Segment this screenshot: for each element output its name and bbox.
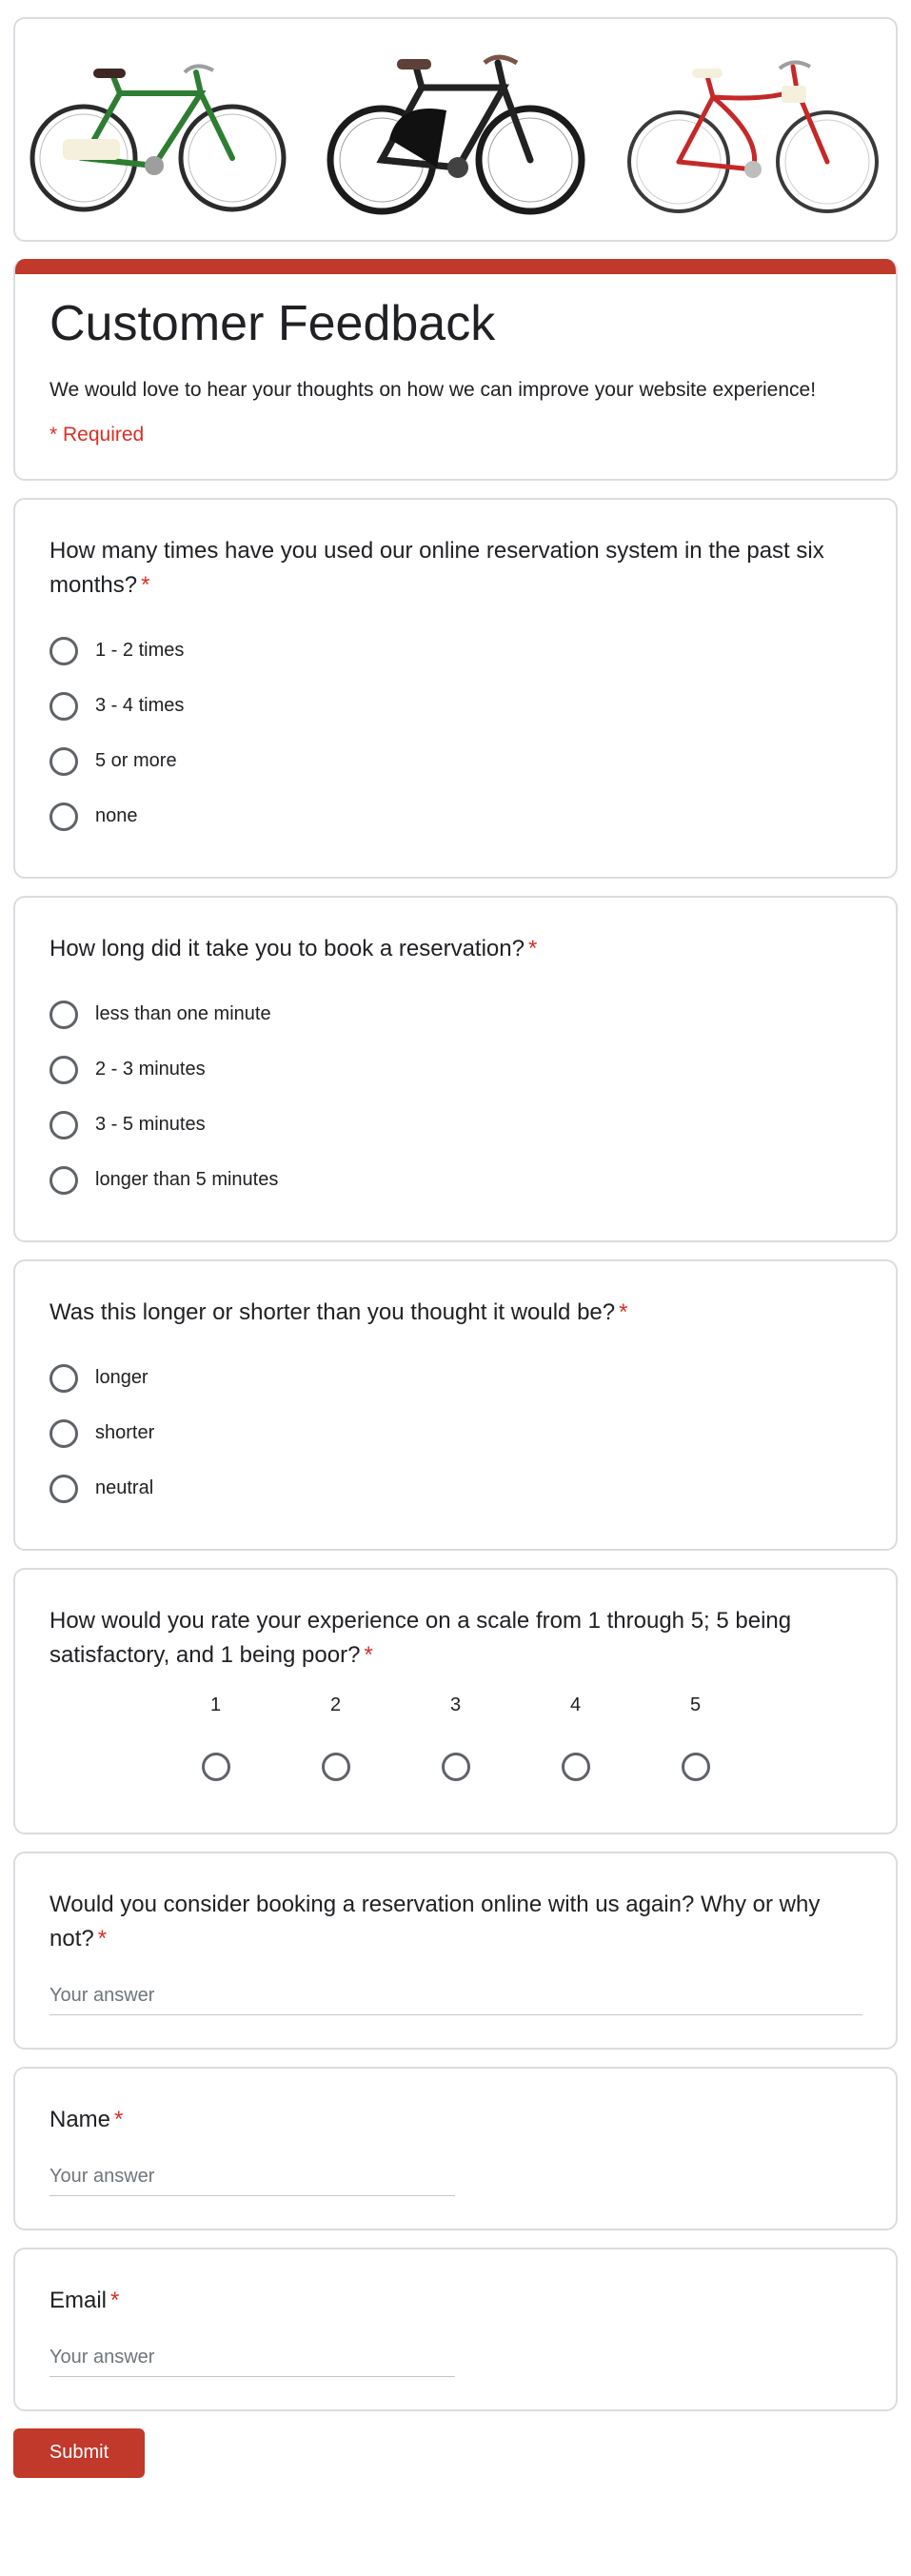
bicycle-red-icon bbox=[627, 60, 879, 213]
option-2-3-minutes[interactable]: 2 - 3 minutes bbox=[50, 1042, 861, 1098]
question-title: How many times have you used our online … bbox=[50, 537, 824, 598]
radio-button[interactable] bbox=[50, 1165, 78, 1195]
radio-button[interactable] bbox=[201, 1752, 230, 1781]
radio-button[interactable] bbox=[441, 1752, 470, 1781]
required-star: * bbox=[364, 1641, 373, 1668]
radio-button[interactable] bbox=[50, 1363, 78, 1393]
submit-button[interactable]: Submit bbox=[13, 2427, 145, 2478]
option-5-or-more[interactable]: 5 or more bbox=[50, 734, 861, 789]
question-title: How long did it take you to book a reser… bbox=[50, 935, 538, 961]
question-expectation: Was this longer or shorter than you thou… bbox=[13, 1258, 898, 1551]
option-shorter[interactable]: shorter bbox=[50, 1406, 861, 1461]
option-longer-than-5-minutes[interactable]: longer than 5 minutes bbox=[50, 1153, 861, 1208]
question-usage-frequency: How many times have you used our online … bbox=[13, 497, 898, 879]
option-label: longer bbox=[95, 1367, 149, 1389]
required-star: * bbox=[141, 571, 150, 598]
radio-button[interactable] bbox=[50, 802, 78, 831]
required-note: * Required bbox=[50, 423, 145, 446]
question-email: Email * bbox=[13, 2247, 898, 2411]
scale-label: 4 bbox=[569, 1694, 582, 1715]
question-rating-scale: How would you rate your experience on a … bbox=[13, 1567, 898, 1834]
option-none[interactable]: none bbox=[50, 789, 861, 844]
option-3-5-minutes[interactable]: 3 - 5 minutes bbox=[50, 1098, 861, 1153]
option-label: 2 - 3 minutes bbox=[95, 1059, 206, 1080]
option-longer[interactable]: longer bbox=[50, 1351, 861, 1406]
scale-option-4[interactable]: 4 bbox=[516, 1694, 636, 1781]
accent-bar bbox=[15, 259, 896, 274]
required-star: * bbox=[97, 1925, 108, 1952]
scale-option-1[interactable]: 1 bbox=[156, 1694, 276, 1781]
option-label: shorter bbox=[95, 1422, 155, 1444]
scale-label: 3 bbox=[449, 1694, 462, 1715]
header-banner bbox=[13, 17, 898, 242]
option-1-2-times[interactable]: 1 - 2 times bbox=[50, 624, 861, 679]
option-3-4-times[interactable]: 3 - 4 times bbox=[50, 679, 861, 734]
scale-option-5[interactable]: 5 bbox=[636, 1694, 756, 1781]
bicycle-black-icon bbox=[327, 54, 584, 215]
required-star: * bbox=[619, 1298, 628, 1325]
form-page: Customer Feedback We would love to hear … bbox=[0, 0, 911, 2499]
form-title: Customer Feedback bbox=[50, 296, 496, 351]
form-description: We would love to hear your thoughts on h… bbox=[50, 379, 817, 402]
question-booking-duration: How long did it take you to book a reser… bbox=[13, 895, 898, 1242]
option-neutral[interactable]: neutral bbox=[50, 1461, 861, 1516]
option-label: neutral bbox=[95, 1477, 154, 1499]
form-header-card: Customer Feedback We would love to hear … bbox=[13, 259, 898, 481]
required-star: * bbox=[114, 2106, 124, 2132]
option-label: none bbox=[95, 805, 138, 827]
question-title: Would you consider booking a reservation… bbox=[50, 1891, 821, 1952]
radio-button[interactable] bbox=[50, 691, 78, 721]
question-name: Name * bbox=[13, 2066, 898, 2230]
scale-option-3[interactable]: 3 bbox=[396, 1694, 516, 1781]
linear-scale: 1 2 3 4 5 bbox=[50, 1694, 861, 1800]
option-label: 3 - 4 times bbox=[95, 695, 185, 717]
radio-button[interactable] bbox=[681, 1752, 710, 1781]
email-input[interactable] bbox=[50, 2338, 455, 2377]
scale-label: 5 bbox=[689, 1694, 702, 1715]
radio-button[interactable] bbox=[50, 1418, 78, 1448]
radio-button[interactable] bbox=[50, 1110, 78, 1139]
radio-button[interactable] bbox=[561, 1752, 590, 1781]
option-label: 3 - 5 minutes bbox=[95, 1114, 206, 1136]
scale-label: 2 bbox=[329, 1694, 342, 1715]
question-title: Name * bbox=[50, 2106, 124, 2132]
question-title: Was this longer or shorter than you thou… bbox=[50, 1298, 628, 1325]
book-again-answer-input[interactable] bbox=[50, 1976, 862, 2015]
radio-button[interactable] bbox=[50, 1000, 78, 1029]
bicycle-green-icon bbox=[30, 64, 287, 212]
question-title: How would you rate your experience on a … bbox=[50, 1607, 792, 1668]
option-label: 5 or more bbox=[95, 750, 177, 772]
question-book-again: Would you consider booking a reservation… bbox=[13, 1851, 898, 2050]
required-star: * bbox=[110, 2287, 120, 2313]
radio-button[interactable] bbox=[50, 746, 78, 776]
option-less-than-one-minute[interactable]: less than one minute bbox=[50, 987, 861, 1042]
radio-button[interactable] bbox=[50, 1055, 78, 1084]
name-input[interactable] bbox=[50, 2157, 455, 2196]
scale-option-2[interactable]: 2 bbox=[276, 1694, 396, 1781]
radio-button[interactable] bbox=[50, 636, 78, 665]
option-label: less than one minute bbox=[95, 1003, 271, 1025]
option-label: longer than 5 minutes bbox=[95, 1169, 279, 1191]
required-star: * bbox=[527, 935, 538, 961]
radio-button[interactable] bbox=[50, 1474, 78, 1503]
scale-label: 1 bbox=[209, 1694, 222, 1715]
option-label: 1 - 2 times bbox=[95, 640, 185, 662]
radio-button[interactable] bbox=[321, 1752, 350, 1781]
question-title: Email * bbox=[50, 2287, 120, 2313]
